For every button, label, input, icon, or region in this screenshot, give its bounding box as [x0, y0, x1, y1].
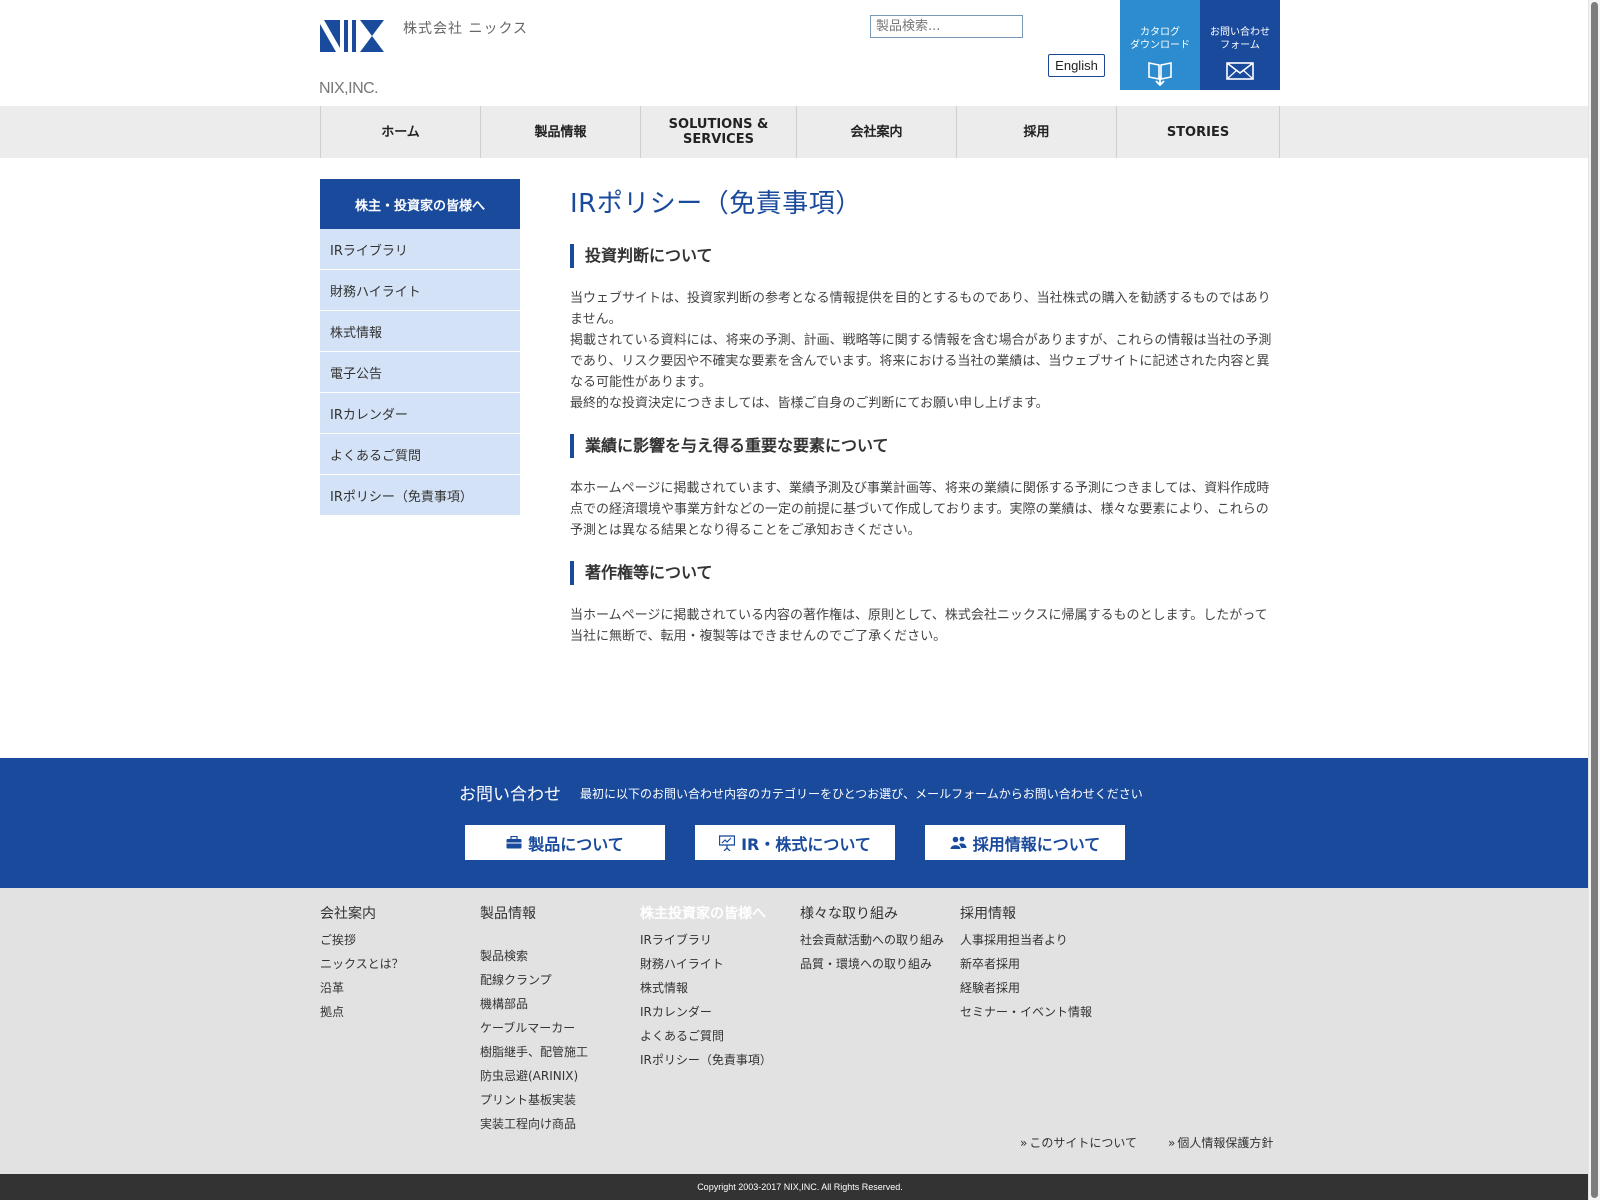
footer-link[interactable]: IRポリシー（免責事項） — [640, 1048, 772, 1072]
contact-products-label: 製品について — [528, 834, 624, 854]
footer-link[interactable]: 株式情報 — [640, 976, 772, 1000]
contact-recruit-label: 採用情報について — [972, 834, 1101, 854]
sidebar-item-financial-highlights[interactable]: 財務ハイライト — [320, 270, 520, 311]
page-scrollbar[interactable] — [1588, 0, 1600, 1200]
paragraph: 最終的な投資決定につきましては、皆様ご自身のご判断にてお願い申し上げます。 — [570, 396, 1049, 411]
company-name-jp: 株式会社 ニックス — [403, 21, 529, 37]
book-download-icon — [1148, 62, 1172, 86]
footer-link[interactable]: 製品検索 — [480, 944, 588, 968]
section-body-copyright: 当ホームページに掲載されている内容の著作権は、原則として、株式会社ニックスに帰属… — [570, 605, 1280, 647]
global-nav-inner: ホーム 製品情報 SOLUTIONS & SERVICES 会社案内 採用 ST… — [320, 106, 1280, 158]
footer-heading[interactable]: 会社案内 — [320, 904, 404, 924]
footer-link[interactable]: IRライブラリ — [640, 928, 772, 952]
footer-column-initiatives: 様々な取り組み 社会貢献活動への取り組み 品質・環境への取り組み — [800, 904, 945, 976]
nav-item-company[interactable]: 会社案内 — [797, 106, 957, 158]
catalog-download-label: カタログ ダウンロード — [1130, 27, 1190, 51]
section-body-investment: 当ウェブサイトは、投資家判断の参考となる情報提供を目的とするものであり、当社株式… — [570, 288, 1280, 414]
mail-icon — [1226, 62, 1254, 80]
footer-link[interactable]: 配線クランプ — [480, 968, 588, 992]
section-heading-investment: 投資判断について — [570, 244, 1280, 268]
double-chevron-right-icon: » — [1020, 1136, 1028, 1150]
sidebar-list: IRライブラリ 財務ハイライト 株式情報 電子公告 IRカレンダー よくあるご質… — [320, 229, 520, 516]
footer-privacy-label: 個人情報保護方針 — [1177, 1136, 1274, 1150]
nav-item-home[interactable]: ホーム — [321, 106, 481, 158]
footer-link[interactable]: ケーブルマーカー — [480, 1016, 588, 1040]
section-heading-copyright: 著作権等について — [570, 561, 1280, 585]
paragraph: 当ホームページに掲載されている内容の著作権は、原則として、株式会社ニックスに帰属… — [570, 608, 1268, 644]
footer-link[interactable]: プリント基板実装 — [480, 1088, 588, 1112]
footer-link[interactable]: 樹脂継手、配管施工 — [480, 1040, 588, 1064]
paragraph: 掲載されている資料には、将来の予測、計画、戦略等に関する情報を含む場合があります… — [570, 333, 1272, 390]
sidebar-item-ir-policy[interactable]: IRポリシー（免責事項） — [320, 475, 520, 516]
footer-link[interactable]: IRカレンダー — [640, 1000, 772, 1024]
english-button[interactable]: English — [1048, 54, 1105, 77]
sidebar-item-ir-calendar[interactable]: IRカレンダー — [320, 393, 520, 434]
footer-column-recruit: 採用情報 人事採用担当者より 新卒者採用 経験者採用 セミナー・イベント情報 — [960, 904, 1092, 1024]
site-footer: 会社案内 ご挨拶 ニックスとは？ 沿革 拠点 製品情報 製品検索 配線クランプ … — [0, 888, 1600, 1174]
contact-form-label: お問い合わせ フォーム — [1210, 27, 1270, 51]
site-header: 株式会社 ニックス NIX,INC. English カタログ ダウンロード お… — [0, 0, 1600, 106]
contact-recruit-button[interactable]: 採用情報について — [925, 825, 1125, 860]
sidebar-heading[interactable]: 株主・投資家の皆様へ — [320, 179, 520, 229]
footer-link[interactable]: 経験者採用 — [960, 976, 1092, 1000]
company-name-en: NIX,INC. — [319, 80, 379, 97]
contact-title: お問い合わせ — [459, 785, 561, 805]
footer-heading[interactable]: 採用情報 — [960, 904, 1092, 924]
footer-column-company: 会社案内 ご挨拶 ニックスとは？ 沿革 拠点 — [320, 904, 404, 1024]
footer-heading[interactable]: 様々な取り組み — [800, 904, 945, 924]
footer-link[interactable]: ニックスとは？ — [320, 952, 404, 976]
footer-link[interactable]: 品質・環境への取り組み — [800, 952, 945, 976]
nix-logo-icon[interactable] — [320, 18, 384, 54]
sidebar-item-stock-info[interactable]: 株式情報 — [320, 311, 520, 352]
footer-link[interactable]: セミナー・イベント情報 — [960, 1000, 1092, 1024]
footer-heading[interactable]: 製品情報 — [480, 904, 588, 924]
footer-link[interactable]: 財務ハイライト — [640, 952, 772, 976]
main-content: IRポリシー（免責事項） 投資判断について 当ウェブサイトは、投資家判断の参考と… — [570, 184, 1280, 647]
product-search-input[interactable] — [870, 15, 1023, 38]
contact-description: 最初に以下のお問い合わせ内容のカテゴリーをひとつお選び、メールフォームからお問い… — [580, 787, 1143, 801]
paragraph: 本ホームページに掲載されています、業績予測及び事業計画等、将来の業績に関係する予… — [570, 481, 1270, 538]
footer-link[interactable]: 社会貢献活動への取り組み — [800, 928, 945, 952]
paragraph: 当ウェブサイトは、投資家判断の参考となる情報提供を目的とするものであり、当社株式… — [570, 291, 1271, 327]
page-title: IRポリシー（免責事項） — [570, 189, 862, 219]
footer-link[interactable]: 機構部品 — [480, 992, 588, 1016]
double-chevron-right-icon: » — [1168, 1136, 1176, 1150]
contact-products-button[interactable]: 製品について — [465, 825, 665, 860]
footer-link[interactable]: 防虫忌避(ARINIX) — [480, 1064, 588, 1088]
briefcase-icon — [506, 836, 522, 849]
contact-ir-label: IR・株式について — [741, 834, 871, 854]
footer-privacy-link[interactable]: » 個人情報保護方針 — [1168, 1134, 1273, 1151]
footer-about-site-link[interactable]: » このサイトについて — [1020, 1134, 1137, 1151]
sidebar-item-electronic-notice[interactable]: 電子公告 — [320, 352, 520, 393]
footer-column-ir: 株主投資家の皆様へ IRライブラリ 財務ハイライト 株式情報 IRカレンダー よ… — [640, 904, 772, 1072]
sidebar-item-faq[interactable]: よくあるご質問 — [320, 434, 520, 475]
people-icon — [950, 836, 967, 849]
contact-band: お問い合わせ 最初に以下のお問い合わせ内容のカテゴリーをひとつお選び、メールフォ… — [0, 758, 1600, 888]
footer-heading[interactable]: 株主投資家の皆様へ — [640, 904, 772, 924]
nav-item-solutions[interactable]: SOLUTIONS & SERVICES — [641, 106, 797, 158]
catalog-download-button[interactable]: カタログ ダウンロード — [1120, 0, 1200, 90]
copyright: Copyright 2003-2017 NIX,INC. All Rights … — [0, 1174, 1600, 1200]
footer-link[interactable]: 沿革 — [320, 976, 404, 1000]
footer-about-site-label: このサイトについて — [1029, 1136, 1137, 1150]
section-heading-performance: 業績に影響を与え得る重要な要素について — [570, 434, 1280, 458]
presentation-icon — [719, 834, 736, 851]
footer-link[interactable]: よくあるご質問 — [640, 1024, 772, 1048]
nav-item-stories[interactable]: STORIES — [1117, 106, 1280, 158]
footer-column-products: 製品情報 製品検索 配線クランプ 機構部品 ケーブルマーカー 樹脂継手、配管施工… — [480, 904, 588, 1136]
footer-link[interactable]: 実装工程向け商品 — [480, 1112, 588, 1136]
footer-link[interactable]: 人事採用担当者より — [960, 928, 1092, 952]
contact-form-button[interactable]: お問い合わせ フォーム — [1200, 0, 1280, 90]
sidebar-item-ir-library[interactable]: IRライブラリ — [320, 229, 520, 270]
footer-link[interactable]: ご挨拶 — [320, 928, 404, 952]
nav-item-products[interactable]: 製品情報 — [481, 106, 641, 158]
global-nav: ホーム 製品情報 SOLUTIONS & SERVICES 会社案内 採用 ST… — [0, 106, 1600, 158]
contact-ir-button[interactable]: IR・株式について — [695, 825, 895, 860]
section-body-performance: 本ホームページに掲載されています、業績予測及び事業計画等、将来の業績に関係する予… — [570, 478, 1280, 541]
scrollbar-thumb[interactable] — [1591, 2, 1598, 1198]
footer-link[interactable]: 新卒者採用 — [960, 952, 1092, 976]
footer-link[interactable]: 拠点 — [320, 1000, 404, 1024]
nav-item-recruit[interactable]: 採用 — [957, 106, 1117, 158]
